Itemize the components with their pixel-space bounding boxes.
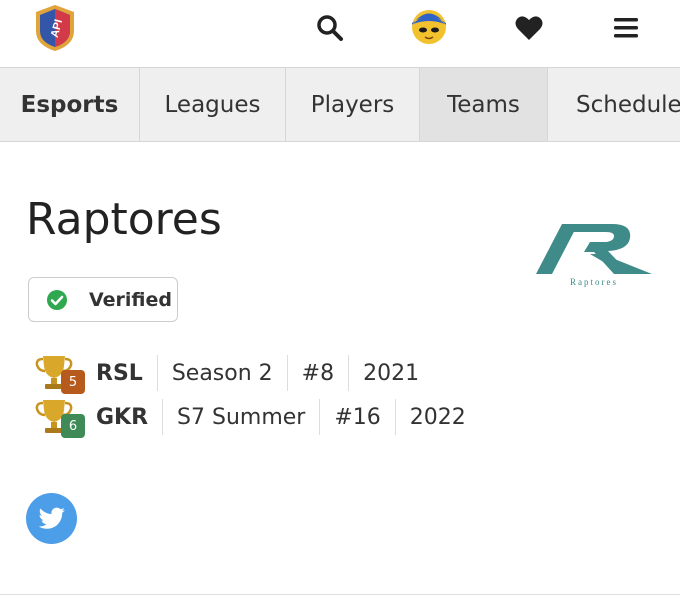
twitter-link[interactable] <box>26 493 77 544</box>
page-title: Raptores <box>26 194 222 245</box>
league-name[interactable]: GKR <box>86 399 164 435</box>
main-nav: Esports Leagues Players Teams Schedule <box>0 67 680 142</box>
verified-label: Verified <box>89 288 173 311</box>
menu-icon <box>614 18 638 38</box>
favorites-button[interactable] <box>511 10 547 46</box>
site-logo[interactable]: API <box>32 3 78 53</box>
menu-button[interactable] <box>608 10 644 46</box>
check-circle-icon <box>47 289 67 310</box>
team-logo: Raptores <box>536 224 652 287</box>
tab-esports[interactable]: Esports <box>0 68 140 141</box>
season-name: Season 2 <box>158 355 288 391</box>
placement: #8 <box>288 355 350 391</box>
tab-players[interactable]: Players <box>286 68 420 141</box>
season-name: S7 Summer <box>163 399 321 435</box>
footer-divider <box>0 594 680 595</box>
trophy: 5 <box>34 352 86 394</box>
achievement-row: 5 RSL Season 2 #8 2021 <box>34 352 433 394</box>
team-logo-caption: Raptores <box>570 277 618 287</box>
verified-badge: Verified <box>28 277 178 322</box>
year: 2022 <box>409 404 466 430</box>
search-button[interactable] <box>312 10 348 46</box>
trophy-count: 5 <box>61 370 85 394</box>
league-name[interactable]: RSL <box>86 355 158 391</box>
achievement-row: 6 GKR S7 Summer #16 2022 <box>34 396 480 438</box>
placement: #16 <box>320 399 396 435</box>
tab-schedule[interactable]: Schedule <box>548 68 680 141</box>
year: 2021 <box>363 360 420 386</box>
twitter-icon <box>38 507 65 529</box>
trophy-count: 6 <box>61 414 85 438</box>
top-header: API <box>0 0 680 67</box>
trophy: 6 <box>34 396 86 438</box>
search-icon <box>317 15 343 41</box>
heart-icon <box>515 16 543 40</box>
tab-teams[interactable]: Teams <box>420 68 548 141</box>
tab-leagues[interactable]: Leagues <box>140 68 286 141</box>
user-avatar-icon <box>412 10 446 44</box>
avatar[interactable] <box>410 8 448 46</box>
